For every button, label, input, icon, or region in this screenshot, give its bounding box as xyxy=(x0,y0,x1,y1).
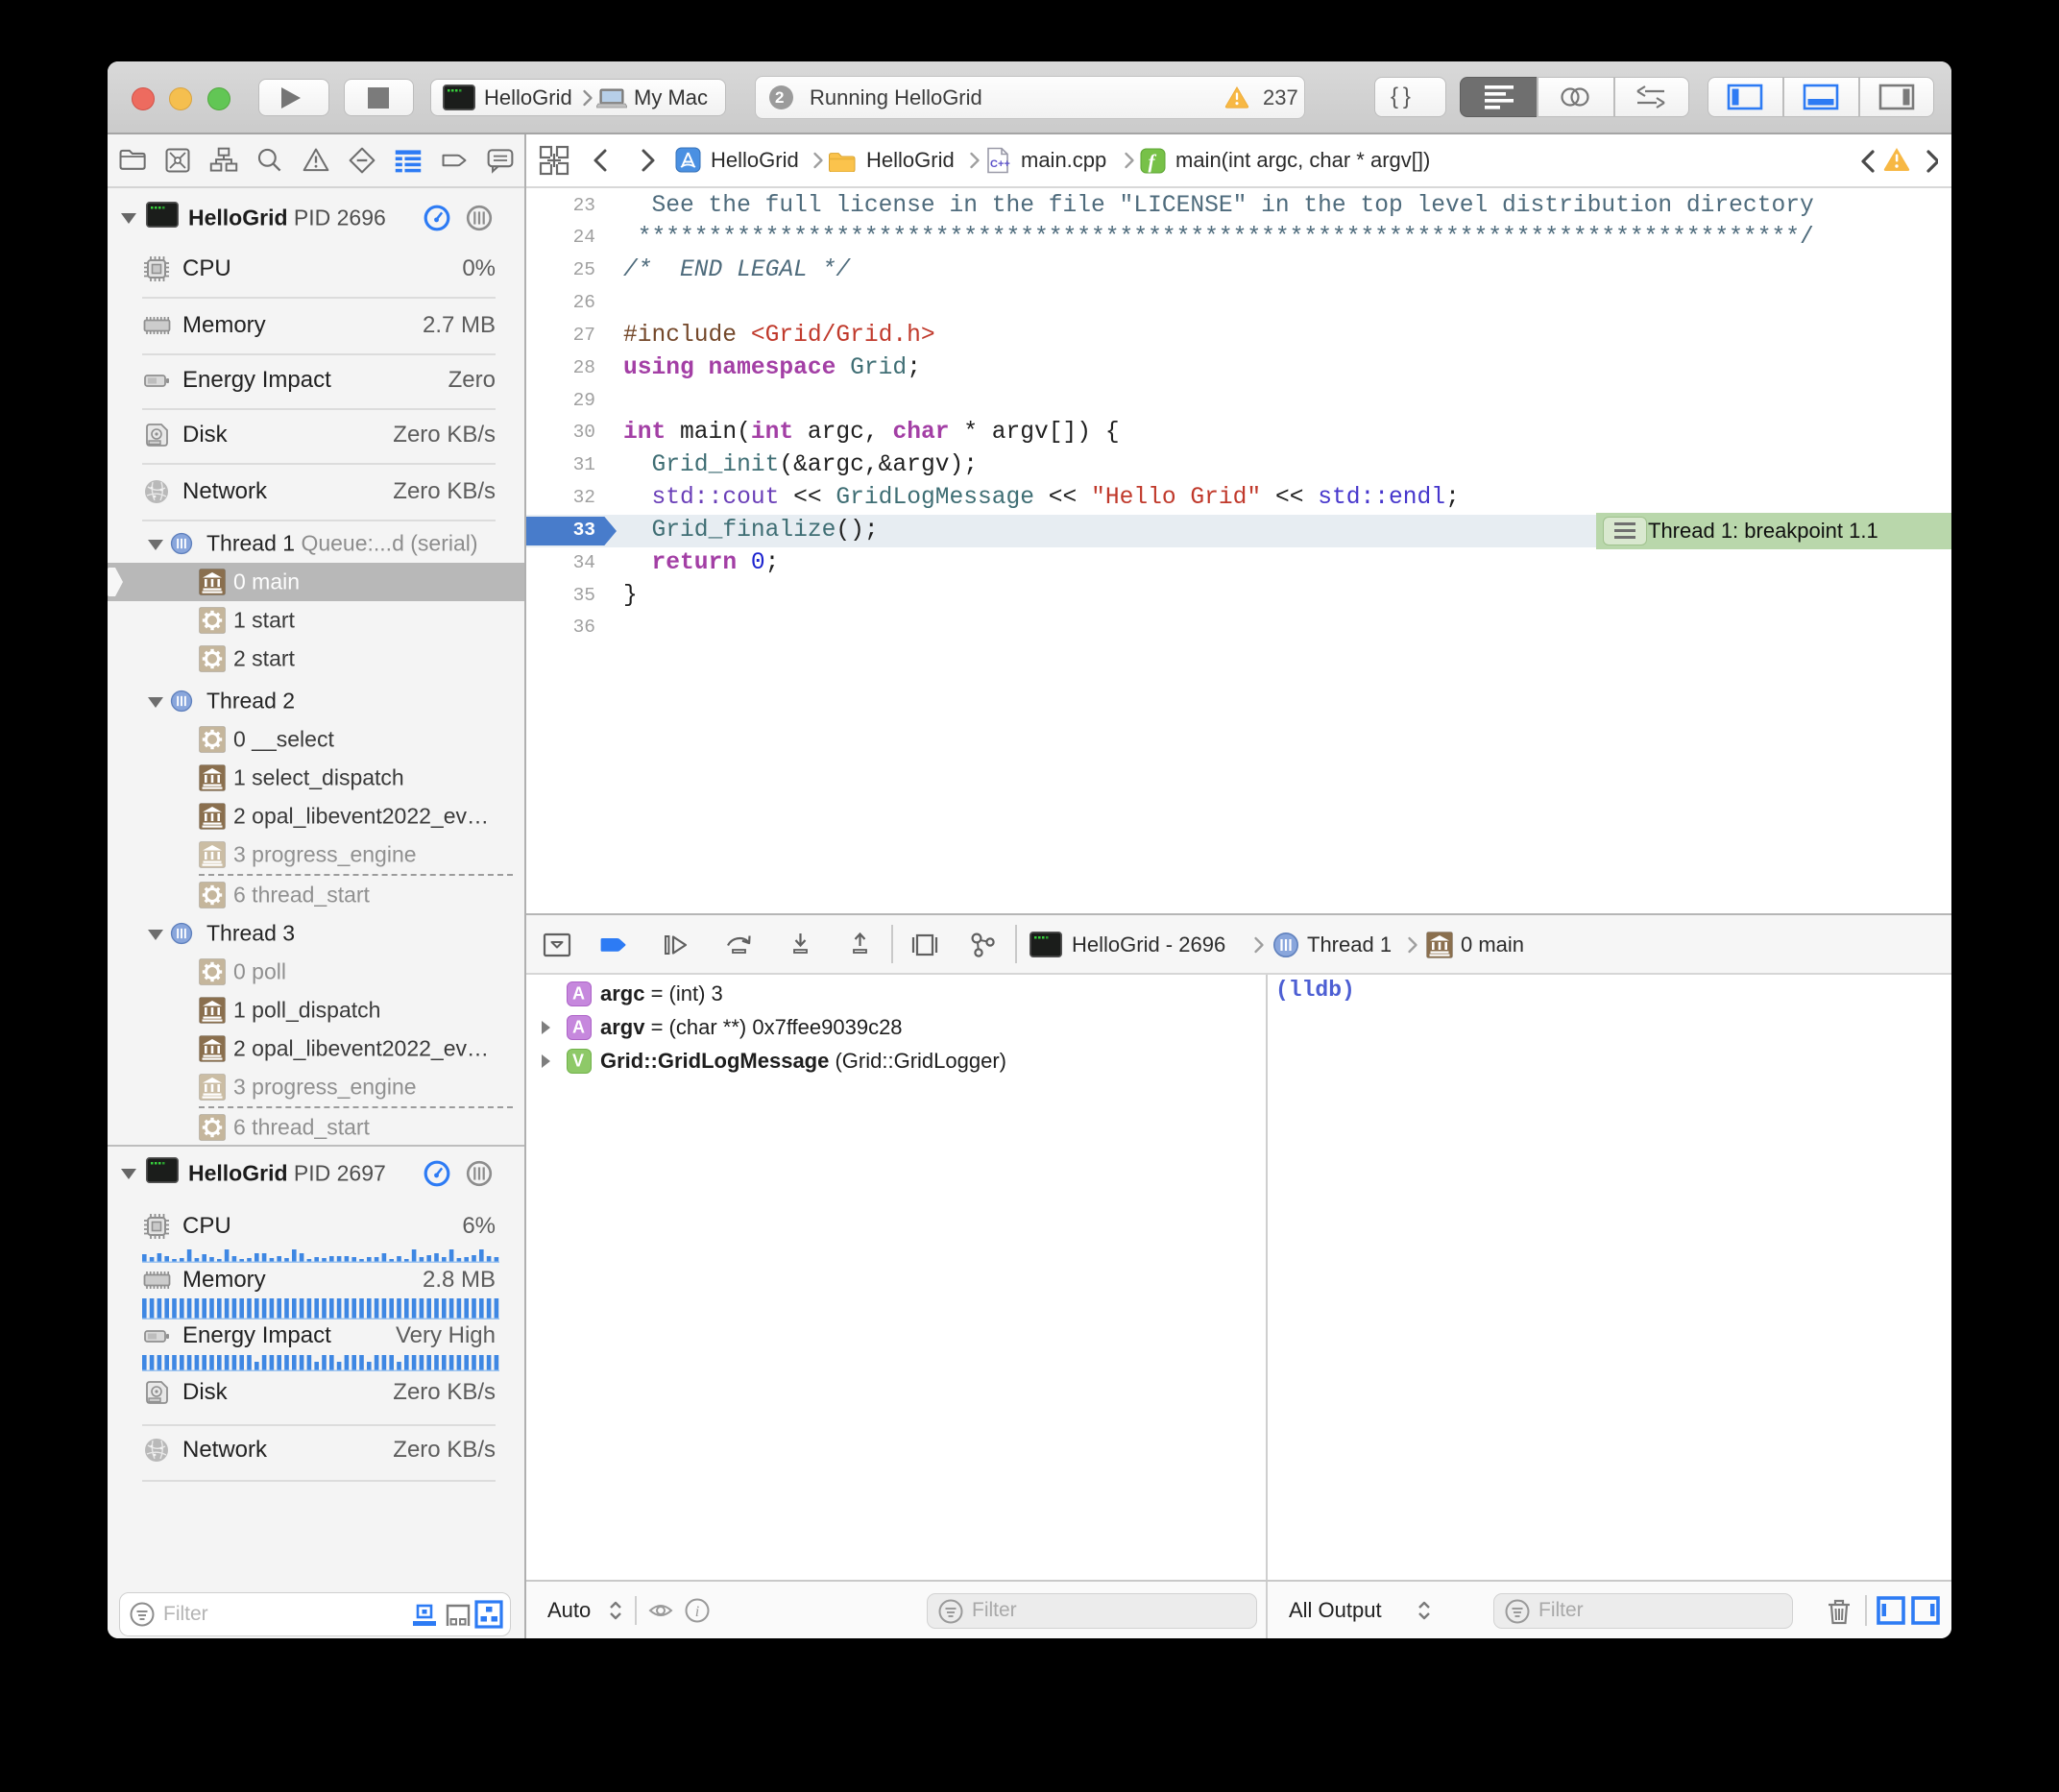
svg-text:C++: C++ xyxy=(990,158,1010,170)
svg-text:i: i xyxy=(695,1604,699,1620)
